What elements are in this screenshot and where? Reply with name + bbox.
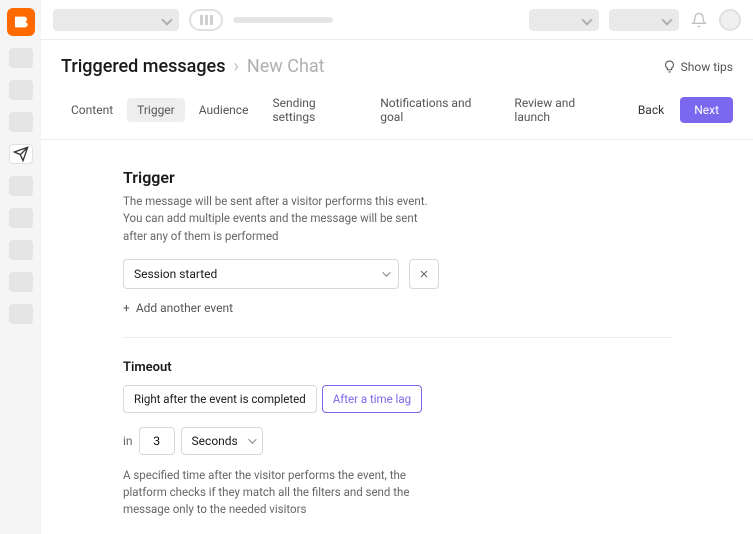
workspace-selector[interactable]: [53, 9, 179, 31]
event-select[interactable]: Session started: [123, 259, 399, 289]
rail-item[interactable]: [9, 304, 33, 324]
tab-sending-settings[interactable]: Sending settings: [262, 91, 366, 129]
tab-trigger[interactable]: Trigger: [127, 98, 185, 122]
next-button[interactable]: Next: [680, 97, 733, 123]
rail-item[interactable]: [9, 208, 33, 228]
rail-item[interactable]: [9, 112, 33, 132]
top-selector[interactable]: [529, 9, 599, 31]
remove-event-button[interactable]: [409, 259, 439, 289]
tabs: Content Trigger Audience Sending setting…: [41, 77, 753, 139]
back-button[interactable]: Back: [626, 98, 676, 122]
section-desc-trigger: The message will be sent after a visitor…: [123, 193, 433, 245]
rail-item[interactable]: [9, 80, 33, 100]
avatar[interactable]: [719, 9, 741, 31]
tab-audience[interactable]: Audience: [189, 98, 259, 122]
tab-content[interactable]: Content: [61, 98, 123, 122]
timeout-option-right-after[interactable]: Right after the event is completed: [123, 385, 317, 413]
bell-icon[interactable]: [689, 10, 709, 30]
close-icon: [418, 268, 430, 280]
topbar-placeholder: [233, 17, 333, 23]
left-rail: [0, 0, 41, 534]
tab-review-launch[interactable]: Review and launch: [504, 91, 617, 129]
breadcrumb: Triggered messages › New Chat: [61, 56, 325, 77]
breadcrumb-current: New Chat: [247, 56, 325, 77]
section-title-timeout: Timeout: [123, 360, 671, 375]
rail-item[interactable]: [9, 272, 33, 292]
lightbulb-icon: [663, 60, 676, 73]
timeout-unit-select[interactable]: Seconds: [181, 427, 263, 455]
plus-icon: +: [123, 301, 130, 315]
topbar: [41, 0, 753, 40]
tab-notifications-goal[interactable]: Notifications and goal: [370, 91, 500, 129]
chevron-right-icon: ›: [233, 56, 238, 77]
section-title-trigger: Trigger: [123, 168, 671, 187]
app-logo[interactable]: [7, 8, 35, 36]
add-event-button[interactable]: + Add another event: [123, 301, 671, 315]
timeout-value-input[interactable]: [139, 427, 175, 455]
top-selector[interactable]: [609, 9, 679, 31]
show-tips-button[interactable]: Show tips: [663, 60, 733, 74]
rail-item[interactable]: [9, 48, 33, 68]
rail-item-messages[interactable]: [9, 144, 33, 164]
timeout-option-time-lag[interactable]: After a time lag: [322, 385, 422, 413]
rail-item[interactable]: [9, 176, 33, 196]
rail-item[interactable]: [9, 240, 33, 260]
usage-indicator: [189, 9, 223, 31]
timeout-hint: A specified time after the visitor perfo…: [123, 467, 423, 519]
in-label: in: [123, 434, 133, 448]
breadcrumb-parent[interactable]: Triggered messages: [61, 56, 225, 77]
